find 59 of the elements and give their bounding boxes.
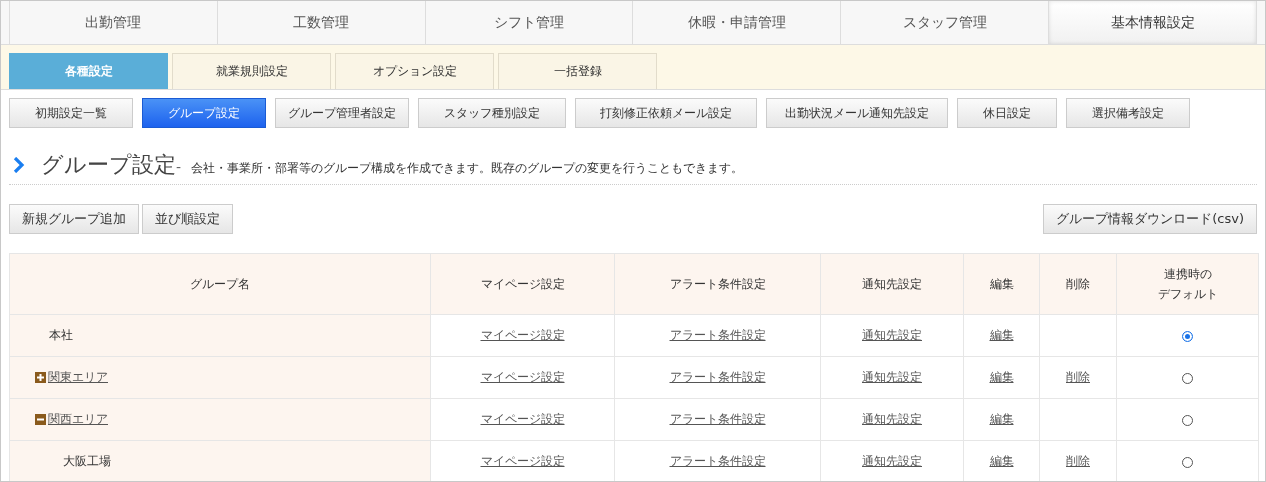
radio-button[interactable]	[1182, 414, 1193, 426]
notify-link[interactable]: 通知先設定	[862, 412, 922, 426]
settings-button[interactable]: 選択備考設定	[1066, 98, 1190, 128]
nav-tab[interactable]: 休暇・申請管理	[632, 1, 841, 44]
edit-link[interactable]: 編集	[989, 412, 1014, 426]
collapse-icon[interactable]	[35, 414, 46, 425]
mypage-link[interactable]: マイページ設定	[480, 454, 565, 468]
column-header: アラート条件設定	[669, 275, 766, 293]
mypage-link[interactable]: マイページ設定	[480, 328, 565, 342]
alert-link[interactable]: アラート条件設定	[669, 328, 766, 342]
chevron-icon	[13, 157, 25, 173]
mypage-link[interactable]: マイページ設定	[480, 370, 565, 384]
radio-button[interactable]	[1182, 372, 1193, 384]
action-button[interactable]: 新規グループ追加	[9, 204, 139, 234]
column-header: グループ名	[190, 275, 250, 293]
group-name: 大阪工場	[63, 453, 111, 470]
notify-link[interactable]: 通知先設定	[862, 370, 922, 384]
edit-link[interactable]: 編集	[989, 454, 1014, 468]
nav-tab[interactable]: 工数管理	[216, 1, 425, 44]
settings-button[interactable]: グループ設定	[142, 98, 266, 128]
alert-link[interactable]: アラート条件設定	[669, 370, 766, 384]
settings-button[interactable]: グループ管理者設定	[275, 98, 409, 128]
settings-button[interactable]: 休日設定	[957, 98, 1057, 128]
column-header: 連携時の	[1163, 265, 1212, 283]
page-title: グループ設定	[41, 151, 176, 179]
mypage-link[interactable]: マイページ設定	[480, 412, 565, 426]
edit-link[interactable]: 編集	[989, 370, 1014, 384]
column-header: マイページ設定	[480, 275, 565, 293]
nav-tab[interactable]: 出勤管理	[9, 1, 217, 44]
expand-icon[interactable]	[35, 372, 46, 383]
group-name: 本社	[49, 327, 73, 344]
delete-link[interactable]: 削除	[1066, 454, 1090, 468]
radio-button[interactable]	[1182, 456, 1193, 468]
alert-link[interactable]: アラート条件設定	[669, 412, 766, 426]
group-link[interactable]: 関東エリア	[48, 369, 108, 386]
action-button[interactable]: 並び順設定	[142, 204, 233, 234]
settings-button[interactable]: スタッフ種別設定	[418, 98, 566, 128]
delete-link[interactable]: 削除	[1066, 370, 1090, 384]
group-link[interactable]: 関西エリア	[48, 411, 108, 428]
nav-tab[interactable]: シフト管理	[424, 1, 633, 44]
column-header: 削除	[1066, 275, 1090, 293]
subnav-tab[interactable]: 就業規則設定	[172, 53, 331, 89]
edit-link[interactable]: 編集	[989, 328, 1014, 342]
settings-button[interactable]: 出勤状況メール通知先設定	[766, 98, 948, 128]
notify-link[interactable]: 通知先設定	[862, 454, 922, 468]
column-header: 編集	[989, 275, 1014, 293]
nav-tab[interactable]: 基本情報設定	[1048, 1, 1257, 44]
alert-link[interactable]: アラート条件設定	[669, 454, 766, 468]
settings-button[interactable]: 初期設定一覧	[9, 98, 133, 128]
download-button[interactable]: グループ情報ダウンロード(csv)	[1043, 204, 1257, 234]
column-header: 通知先設定	[862, 275, 922, 293]
settings-button[interactable]: 打刻修正依頼メール設定	[575, 98, 757, 128]
subnav-tab[interactable]: オプション設定	[335, 53, 494, 89]
notify-link[interactable]: 通知先設定	[862, 328, 922, 342]
page-description: 会社・事業所・部署等のグループ構成を作成できます。既存のグループの変更を行うこともできます。	[191, 160, 744, 177]
title-dash: -	[176, 159, 182, 175]
radio-button[interactable]	[1182, 330, 1193, 342]
subnav-tab[interactable]: 一括登録	[498, 53, 657, 89]
column-header: デフォルト	[1157, 286, 1218, 303]
